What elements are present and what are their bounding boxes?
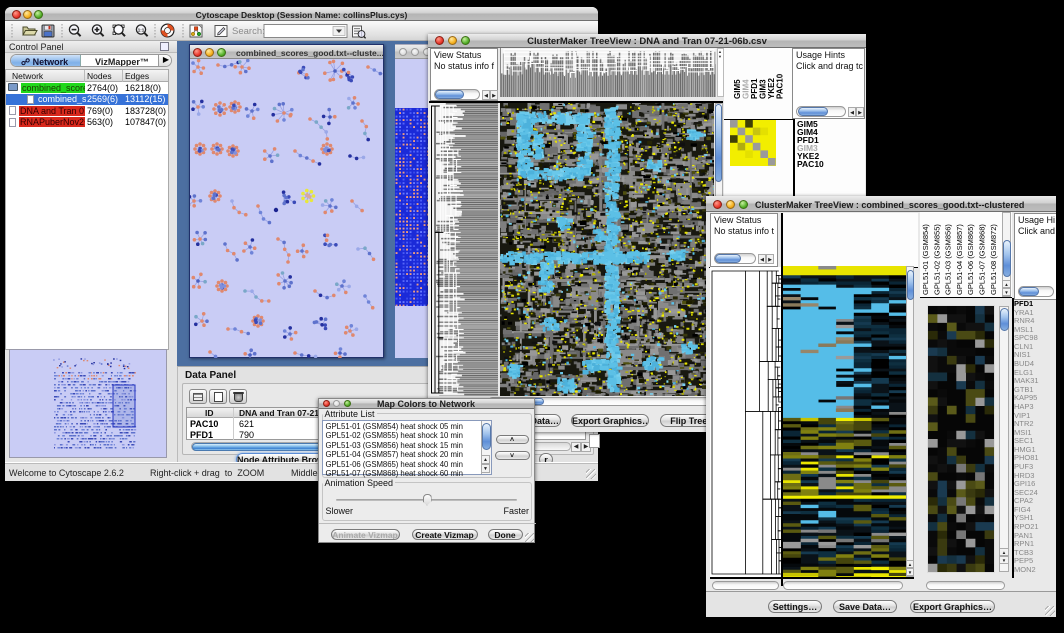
- svg-text:Search:: Search:: [232, 26, 265, 37]
- svg-text:GPL51-02 (GSM855): GPL51-02 (GSM855): [932, 224, 941, 295]
- svg-text:GPL51-03 (GSM856): GPL51-03 (GSM856): [944, 224, 953, 295]
- svg-text:GPL51-04 (GSM857): GPL51-04 (GSM857): [955, 224, 964, 295]
- svg-text:GPL51-01 (GSM854): GPL51-01 (GSM854): [921, 224, 930, 295]
- svg-text:GPL51-06 (GSM865): GPL51-06 (GSM865): [966, 224, 975, 295]
- svg-text:1:1: 1:1: [138, 28, 145, 33]
- svg-text:PAC10: PAC10: [776, 73, 785, 99]
- svg-text:GPL51-07 (GSM868): GPL51-07 (GSM868): [978, 224, 987, 295]
- svg-text:GPL51-08 (GSM872): GPL51-08 (GSM872): [989, 224, 998, 295]
